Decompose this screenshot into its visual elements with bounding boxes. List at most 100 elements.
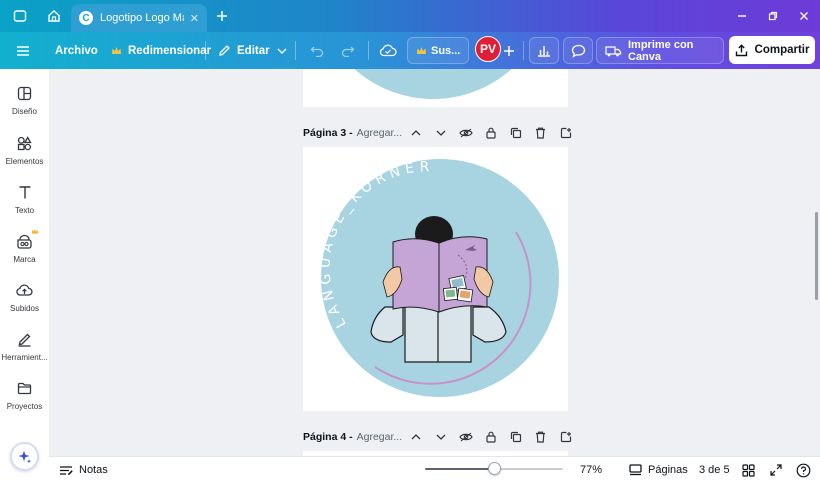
toolbar-divider [295,41,296,60]
share-button[interactable]: Compartir [729,36,815,64]
add-page-icon[interactable] [553,127,578,139]
notes-button[interactable]: Notas [59,457,108,482]
fullscreen-button[interactable] [770,457,782,482]
page-3-label: Página 3 - [303,127,353,139]
toolbar-divider [205,41,206,60]
notes-icon [59,465,73,476]
crown-icon [416,46,427,56]
upload-share-icon [735,43,748,57]
zoom-slider-thumb[interactable] [488,462,501,475]
language-korner-logo[interactable]: LANGUAGE_KORNER [303,147,568,411]
toolbar-divider [523,41,524,60]
upgrade-label: Sus... [431,44,461,57]
page-2-logo-circle [354,69,512,99]
pages-label: Páginas [648,464,688,476]
insights-button[interactable] [529,37,559,64]
help-icon [796,463,811,478]
move-page-up-icon[interactable] [403,130,428,136]
zoom-label: 77% [580,464,603,476]
edit-menu-button[interactable]: Editar [218,32,293,69]
file-menu-button[interactable]: Archivo [55,32,98,69]
hide-page-icon[interactable] [453,128,478,138]
page-4-title-input[interactable]: Agregar... [357,431,403,443]
sidebar-item-label: Elementos [5,157,44,166]
toolbar-divider [368,41,369,60]
delete-page-icon[interactable] [528,127,553,139]
editor-toolbar: Archivo Redimensionar Editar Sus... Impr… [0,32,820,69]
page-4-actions [403,427,578,447]
sidebar-item-tools[interactable]: Herramient... [0,329,49,373]
sparkle-icon [17,449,32,464]
cloud-check-icon [379,44,397,57]
move-page-down-icon[interactable] [428,434,453,440]
move-page-down-icon[interactable] [428,130,453,136]
zoom-slider-fill [425,468,494,470]
minimize-icon[interactable] [734,8,750,24]
sidebar-item-brand[interactable]: Marca [0,228,49,275]
help-button[interactable] [796,457,811,482]
duplicate-page-icon[interactable] [503,431,528,443]
print-label: Imprime con Canva [628,38,694,63]
undo-icon [310,45,324,57]
sidebar-item-uploads[interactable]: Subidos [0,280,49,324]
truck-icon [605,45,622,57]
delete-page-icon[interactable] [528,431,553,443]
chevron-down-icon [277,48,287,54]
shapes-icon [17,133,32,153]
lock-page-icon[interactable] [478,431,503,443]
save-status-button[interactable] [379,32,403,69]
sidebar-item-text[interactable]: Texto [0,182,49,226]
page-2-canvas[interactable] [303,69,568,107]
sidebar-item-projects[interactable]: Proyectos [0,378,49,422]
page-4-header: Página 4 - Agregar... [303,427,571,447]
page-3-canvas[interactable]: LANGUAGE_KORNER [303,147,568,411]
sidebar-item-label: Proyectos [6,402,43,411]
print-with-canva-button[interactable]: Imprime con Canva [596,37,724,64]
sidebar-item-elements[interactable]: Elementos [0,133,49,177]
duplicate-page-icon[interactable] [503,127,528,139]
comments-button[interactable] [563,37,593,64]
page-3-title-input[interactable]: Agregar... [357,127,403,139]
undo-button[interactable] [310,32,330,69]
brand-icon [16,228,39,251]
grid-view-button[interactable] [742,457,755,482]
left-sidebar: Diseño Elementos Texto Marca Subidos Her… [0,69,49,482]
magic-assistant-button[interactable] [10,442,39,471]
tab-list-icon[interactable] [10,6,30,26]
grid-view-icon [742,463,755,477]
crown-icon [31,228,39,234]
tab-close-icon[interactable]: ✕ [190,12,199,25]
text-icon [18,182,32,202]
restore-icon[interactable] [765,8,781,24]
plus-icon [503,45,515,57]
redo-button[interactable] [341,32,361,69]
resize-label: Redimensionar [128,44,212,57]
sidebar-item-label: Texto [14,206,35,215]
sidebar-item-label: Diseño [12,107,37,116]
new-tab-icon[interactable] [212,6,232,26]
browser-tab[interactable]: C Logotipo Logo Mar... ✕ [71,4,207,32]
move-page-up-icon[interactable] [403,434,428,440]
pencil-icon [218,44,231,57]
menu-button[interactable] [16,32,36,69]
home-icon[interactable] [44,6,64,26]
hide-page-icon[interactable] [453,432,478,442]
window-close-icon[interactable] [796,8,812,24]
cloud-upload-icon [16,280,33,300]
resize-button[interactable]: Redimensionar [111,32,211,69]
tab-title: Logotipo Logo Mar... [100,12,184,24]
upgrade-button[interactable]: Sus... [407,37,469,64]
zoom-level[interactable]: 77% [580,457,602,482]
sidebar-item-label: Subidos [10,304,39,313]
sidebar-item-design[interactable]: Diseño [0,83,49,127]
share-label: Compartir [754,44,810,56]
add-page-icon[interactable] [553,431,578,443]
page-counter[interactable]: 3 de 5 [699,457,730,482]
page-counter-label: 3 de 5 [699,464,730,476]
pages-button[interactable]: Páginas [629,457,688,482]
lock-page-icon[interactable] [478,127,503,139]
add-collaborator-button[interactable] [503,32,521,69]
notes-label: Notas [79,464,108,476]
vertical-scrollbar[interactable] [815,212,818,300]
avatar[interactable]: PV [475,36,501,62]
